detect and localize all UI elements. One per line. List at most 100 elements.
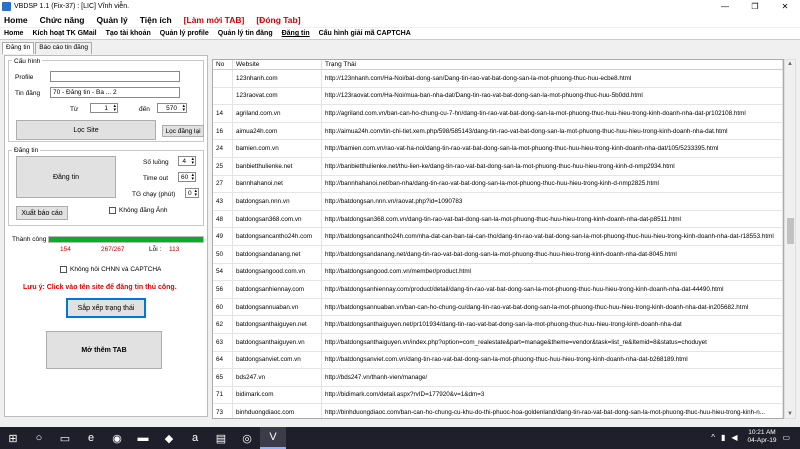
no-captcha-checkbox[interactable]: Không hỏi CHNN và CAPTCHA xyxy=(60,266,161,273)
table-row[interactable]: 16 aimua24h.com http://aimua24h.com/tin-ch… xyxy=(213,122,783,141)
row-website[interactable]: 123nhanh.com xyxy=(233,70,322,87)
task-view-icon[interactable]: ▭ xyxy=(52,427,78,449)
threads-stepper[interactable]: 4 xyxy=(178,156,196,166)
browser-icon[interactable]: e xyxy=(78,427,104,449)
table-row[interactable]: 123nhanh.com http://123nhanh.com/Ha-Noi/b… xyxy=(213,70,783,88)
close-button[interactable]: ✕ xyxy=(770,0,800,13)
menu-chuc-nang[interactable]: Chức năng xyxy=(40,15,85,25)
row-website[interactable]: 123raovat.com xyxy=(233,87,322,105)
to-stepper[interactable]: 570 xyxy=(157,103,187,113)
table-row[interactable]: 50 batdongsandanang.net http://batdongsand… xyxy=(213,245,783,264)
scroll-up-icon[interactable]: ▲ xyxy=(785,61,795,67)
filter-site-button[interactable]: Lọc Site xyxy=(16,120,156,140)
column-status[interactable]: Trạng Thái xyxy=(322,60,783,69)
timeout-stepper[interactable]: 60 xyxy=(178,172,196,182)
table-row[interactable]: 48 batdongsan368.com.vn http://batdongsan3… xyxy=(213,210,783,229)
row-website[interactable]: binhduongdiaoc.com xyxy=(233,404,322,418)
row-website[interactable]: batdongsangood.com.vn xyxy=(233,263,322,281)
scroll-thumb[interactable] xyxy=(787,218,794,244)
row-website[interactable]: bds247.vn xyxy=(233,369,322,386)
table-row[interactable]: 56 batdongsanhiennay.com http://batdongsan… xyxy=(213,281,783,299)
subtab-report[interactable]: Báo cáo tin đăng xyxy=(35,42,93,54)
row-website[interactable]: banbietthulienke.net xyxy=(233,157,322,175)
table-row[interactable]: 60 batdongsannuaban.vn http://batdongsannu… xyxy=(213,298,783,317)
table-scrollbar[interactable]: ▲ ▼ xyxy=(784,59,796,419)
table-row[interactable]: 49 batdongsancantho24h.com http://batdongs… xyxy=(213,228,783,246)
column-no[interactable]: No xyxy=(213,60,233,69)
table-row[interactable]: 123raovat.com http://123raovat.com/Ha-Noi… xyxy=(213,87,783,106)
table-row[interactable]: 71 bidimark.com http://bidimark.com/detail… xyxy=(213,386,783,405)
tab-captcha-config[interactable]: Cấu hình giải mã CAPTCHA xyxy=(319,30,411,37)
table-body: 123nhanh.com http://123nhanh.com/Ha-Noi/b… xyxy=(213,70,783,418)
menu-quan-ly[interactable]: Quản lý xyxy=(97,15,128,25)
column-website[interactable]: Website xyxy=(233,60,322,69)
firefox-icon[interactable]: ◉ xyxy=(104,427,130,449)
table-row[interactable]: 65 bds247.vn http://bds247.vn/thanh-vien/m… xyxy=(213,369,783,387)
row-website[interactable]: bidimark.com xyxy=(233,386,322,404)
clock[interactable]: 10:21 AM 04-Apr-19 xyxy=(748,429,777,445)
menu-refresh-tab[interactable]: [Làm mới TAB] xyxy=(184,15,245,25)
minimize-button[interactable]: — xyxy=(710,0,740,13)
row-website[interactable]: batdongsan.nnn.vn xyxy=(233,193,322,210)
table-row[interactable]: 27 bannhahanoi.net http://bannhahanoi.net/… xyxy=(213,175,783,194)
row-website[interactable]: batdongsandanang.net xyxy=(233,245,322,263)
filter-repost-button[interactable]: Lọc đăng lại xyxy=(162,125,204,137)
tab-gmail-activation[interactable]: Kích hoạt TK GMail xyxy=(32,30,96,37)
row-status: http://agriland.com.vn/ban-can-ho-chung-… xyxy=(322,105,783,122)
start-icon[interactable]: ⊞ xyxy=(0,427,26,449)
folder-icon[interactable]: ▬ xyxy=(130,427,156,449)
table-row[interactable]: 63 batdongsanthaiguyen.vn http://batdongsa… xyxy=(213,333,783,352)
tab-home[interactable]: Home xyxy=(4,30,23,37)
row-website[interactable]: bannhahanoi.net xyxy=(233,175,322,193)
document-icon[interactable]: ▤ xyxy=(208,427,234,449)
menu-home[interactable]: Home xyxy=(4,15,28,25)
menu-tien-ich[interactable]: Tiện ích xyxy=(140,15,172,25)
row-website[interactable]: batdongsanthaiguyen.net xyxy=(233,316,322,333)
subtab-post[interactable]: Đăng tin xyxy=(2,42,35,54)
row-website[interactable]: batdongsan368.com.vn xyxy=(233,210,322,228)
volume-icon[interactable]: ◀ xyxy=(731,433,737,442)
sort-status-button[interactable]: Sắp xếp trạng thái xyxy=(66,298,146,318)
from-stepper[interactable]: 1 xyxy=(90,103,118,113)
table-row[interactable]: 24 bamien.com.vn http://bamien.com.vn/rao-… xyxy=(213,140,783,158)
tab-profile-manager[interactable]: Quản lý profile xyxy=(160,30,209,37)
app-a-icon[interactable]: a xyxy=(182,427,208,449)
search-icon[interactable]: ○ xyxy=(26,427,52,449)
row-website[interactable]: bamien.com.vn xyxy=(233,140,322,157)
menu-close-tab[interactable]: [Đóng Tab] xyxy=(256,15,300,25)
table-row[interactable]: 25 banbietthulienke.net http://banbietthul… xyxy=(213,157,783,176)
row-website[interactable]: batdongsancantho24h.com xyxy=(233,228,322,245)
row-website[interactable]: batdongsanviet.com.vn xyxy=(233,351,322,369)
row-website[interactable]: aimua24h.com xyxy=(233,122,322,140)
chevron-up-icon[interactable]: ^ xyxy=(711,433,715,442)
vbdsp-taskbar-icon[interactable]: V xyxy=(260,427,286,449)
tab-create-account[interactable]: Tạo tài khoản xyxy=(106,30,151,37)
delay-stepper[interactable]: 0 xyxy=(185,188,199,198)
row-website[interactable]: agriland.com.vn xyxy=(233,105,322,122)
table-row[interactable]: 62 batdongsanthaiguyen.net http://batdongs… xyxy=(213,316,783,334)
network-icon[interactable]: ▮ xyxy=(721,433,725,442)
table-row[interactable]: 14 agriland.com.vn http://agriland.com.vn/… xyxy=(213,105,783,123)
profile-select[interactable] xyxy=(50,71,180,82)
tindang-select[interactable]: 70 - Đăng tin - Ba ... 2 xyxy=(50,87,180,98)
export-report-button[interactable]: Xuất báo cáo xyxy=(16,206,68,220)
no-image-checkbox[interactable]: Không đăng Ảnh xyxy=(109,207,167,214)
tab-post-manager[interactable]: Quản lý tin đăng xyxy=(218,30,273,37)
maximize-button[interactable]: ❐ xyxy=(740,0,770,13)
notifications-icon[interactable]: ▭ xyxy=(782,433,790,442)
row-website[interactable]: batdongsanhiennay.com xyxy=(233,281,322,298)
tab-post[interactable]: Đăng tin xyxy=(282,30,310,37)
store-icon[interactable]: ◆ xyxy=(156,427,182,449)
table-row[interactable]: 64 batdongsanviet.com.vn http://batdongsan… xyxy=(213,351,783,370)
scroll-down-icon[interactable]: ▼ xyxy=(785,411,795,417)
table-row[interactable]: 43 batdongsan.nnn.vn http://batdongsan.nnn… xyxy=(213,193,783,211)
open-new-tab-button[interactable]: Mở thêm TAB xyxy=(46,331,162,369)
toolbar: Home Kích hoạt TK GMail Tạo tài khoản Qu… xyxy=(0,28,800,40)
post-button[interactable]: Đăng tin xyxy=(16,156,116,198)
table-row[interactable]: 54 batdongsangood.com.vn http://batdongsan… xyxy=(213,263,783,282)
table-row[interactable]: 73 binhduongdiaoc.com http://binhduongdiao… xyxy=(213,404,783,418)
checkbox-box xyxy=(60,266,67,273)
row-website[interactable]: batdongsanthaiguyen.vn xyxy=(233,333,322,351)
row-website[interactable]: batdongsannuaban.vn xyxy=(233,298,322,316)
chrome-icon[interactable]: ◎ xyxy=(234,427,260,449)
